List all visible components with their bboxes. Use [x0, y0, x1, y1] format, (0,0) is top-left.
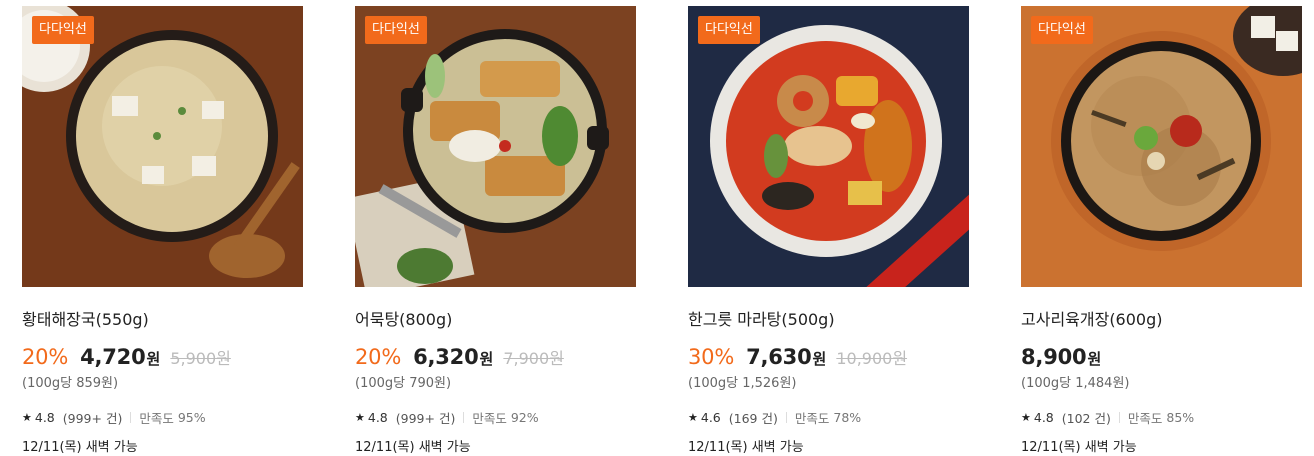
star-icon: ★ — [1021, 411, 1031, 424]
promo-badge: 다다익선 — [698, 16, 760, 44]
unit-price: (100g당 1,526원) — [688, 376, 797, 391]
rating-value: 4.8 — [1033, 410, 1054, 425]
review-count: (102 건) — [1061, 411, 1111, 426]
price-row: 20% 6,320 원 7,900원 — [355, 345, 636, 373]
satisfaction-value: 95% — [177, 410, 206, 425]
product-name[interactable]: 고사리육개장(600g) — [1021, 309, 1302, 331]
satisfaction-label: 만족도 — [139, 411, 174, 426]
delivery-info: 12/11(목) 새벽 가능 — [22, 440, 138, 455]
star-icon: ★ — [355, 411, 365, 424]
review-meta: ★ 4.8 (999+ 건) 만족도 95% — [22, 408, 303, 427]
star-icon: ★ — [22, 411, 32, 424]
satisfaction-value: 92% — [510, 410, 539, 425]
discount-rate: 20% — [355, 345, 402, 369]
promo-badge: 다다익선 — [1031, 16, 1093, 44]
product-grid: 다다익선 황태해장국(550g) 20% 4,720 원 5,900원 (100g… — [0, 0, 1314, 456]
currency-unit: 원 — [1087, 350, 1102, 368]
sale-price: 4,720 — [80, 345, 146, 369]
product-image[interactable]: 다다익선 — [688, 6, 969, 287]
product-card[interactable]: 다다익선 한그릇 마라탕(500g) 30% 7,630 원 10,900원 (1… — [688, 6, 969, 455]
product-image[interactable]: 다다익선 — [355, 6, 636, 287]
review-meta: ★ 4.8 (999+ 건) 만족도 92% — [355, 408, 636, 427]
satisfaction-value: 78% — [833, 410, 862, 425]
review-count: (169 건) — [728, 411, 778, 426]
price-row: 20% 4,720 원 5,900원 — [22, 345, 303, 373]
rating-value: 4.6 — [700, 410, 721, 425]
unit-price: (100g당 790원) — [355, 376, 452, 391]
product-image[interactable]: 다다익선 — [1021, 6, 1302, 287]
price-row: 8,900 원 — [1021, 345, 1302, 373]
review-count: (999+ 건) — [62, 411, 123, 426]
divider — [785, 412, 787, 423]
delivery-info: 12/11(목) 새벽 가능 — [1021, 440, 1137, 455]
product-card[interactable]: 다다익선 어묵탕(800g) 20% 6,320 원 7,900원 (100g당 … — [355, 6, 636, 455]
product-card[interactable]: 다다익선 고사리육개장(600g) 8,900 원 (100g당 1,484원) … — [1021, 6, 1302, 455]
product-name[interactable]: 한그릇 마라탕(500g) — [688, 309, 969, 331]
satisfaction-value: 85% — [1166, 410, 1195, 425]
unit-price: (100g당 859원) — [22, 376, 119, 391]
rating-value: 4.8 — [367, 410, 388, 425]
sale-price: 7,630 — [746, 345, 812, 369]
product-image[interactable]: 다다익선 — [22, 6, 303, 287]
review-count: (999+ 건) — [395, 411, 456, 426]
currency-unit: 원 — [812, 350, 827, 368]
sale-price: 6,320 — [413, 345, 479, 369]
original-price: 10,900원 — [836, 349, 908, 368]
discount-rate: 30% — [688, 345, 735, 369]
currency-unit: 원 — [479, 350, 494, 368]
sale-price: 8,900 — [1021, 345, 1087, 369]
satisfaction-label: 만족도 — [794, 411, 830, 426]
review-meta: ★ 4.6 (169 건) 만족도 78% — [688, 408, 969, 427]
original-price: 7,900원 — [503, 349, 564, 368]
review-meta: ★ 4.8 (102 건) 만족도 85% — [1021, 408, 1302, 427]
original-price: 5,900원 — [170, 349, 231, 368]
product-name[interactable]: 황태해장국(550g) — [22, 309, 303, 331]
currency-unit: 원 — [146, 350, 161, 368]
star-icon: ★ — [688, 411, 698, 424]
discount-rate: 20% — [22, 345, 69, 369]
divider — [463, 412, 465, 423]
rating-value: 4.8 — [34, 410, 55, 425]
price-row: 30% 7,630 원 10,900원 — [688, 345, 969, 373]
promo-badge: 다다익선 — [365, 16, 427, 44]
delivery-info: 12/11(목) 새벽 가능 — [688, 440, 804, 455]
product-card[interactable]: 다다익선 황태해장국(550g) 20% 4,720 원 5,900원 (100g… — [22, 6, 303, 455]
satisfaction-label: 만족도 — [1127, 411, 1163, 426]
promo-badge: 다다익선 — [32, 16, 94, 44]
unit-price: (100g당 1,484원) — [1021, 376, 1130, 391]
satisfaction-label: 만족도 — [472, 411, 507, 426]
divider — [1118, 412, 1120, 423]
divider — [130, 412, 132, 423]
delivery-info: 12/11(목) 새벽 가능 — [355, 440, 471, 455]
product-name[interactable]: 어묵탕(800g) — [355, 309, 636, 331]
